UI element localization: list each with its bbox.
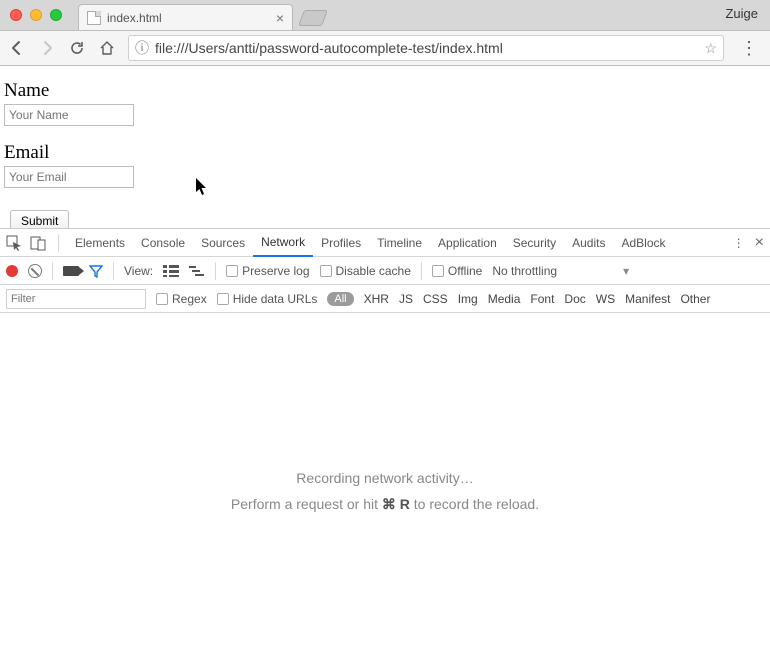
- tab-close-button[interactable]: ×: [276, 11, 284, 25]
- filter-type-media[interactable]: Media: [488, 292, 521, 306]
- window-titlebar: index.html × Zuige: [0, 0, 770, 30]
- back-button[interactable]: [8, 39, 26, 57]
- filter-type-xhr[interactable]: XHR: [364, 292, 389, 306]
- waterfall-icon[interactable]: [189, 265, 205, 277]
- page-content: Name Email Submit: [0, 66, 770, 240]
- filter-type-other[interactable]: Other: [680, 292, 710, 306]
- devtools-tabbar: ElementsConsoleSourcesNetworkProfilesTim…: [0, 229, 770, 257]
- devtools-tab-profiles[interactable]: Profiles: [313, 229, 369, 257]
- filter-input[interactable]: [6, 289, 146, 309]
- network-toolbar: View: Preserve log Disable cache Offline…: [0, 257, 770, 285]
- preserve-log-checkbox[interactable]: Preserve log: [226, 264, 309, 278]
- devtools-tab-adblock[interactable]: AdBlock: [613, 229, 673, 257]
- network-empty-state: Recording network activity… Perform a re…: [0, 313, 770, 669]
- disable-cache-checkbox[interactable]: Disable cache: [320, 264, 411, 278]
- devtools-menu-button[interactable]: ⋮: [733, 236, 745, 250]
- site-info-icon[interactable]: ⓘ: [135, 38, 149, 58]
- name-input[interactable]: [4, 104, 134, 126]
- capture-screenshots-icon[interactable]: [63, 266, 79, 276]
- url-text: file:///Users/antti/password-autocomplet…: [155, 40, 503, 56]
- filter-type-doc[interactable]: Doc: [564, 292, 585, 306]
- profile-name[interactable]: Zuige: [725, 6, 758, 21]
- record-button[interactable]: [6, 265, 18, 277]
- devtools-tab-network[interactable]: Network: [253, 229, 313, 257]
- filter-type-manifest[interactable]: Manifest: [625, 292, 670, 306]
- window-zoom-button[interactable]: [50, 9, 62, 21]
- filter-type-img[interactable]: Img: [458, 292, 478, 306]
- clear-button[interactable]: [28, 264, 42, 278]
- throttling-select[interactable]: No throttling▾: [492, 264, 629, 278]
- browser-menu-button[interactable]: ⋮: [736, 38, 762, 59]
- window-controls: [0, 9, 62, 21]
- tab-title: index.html: [107, 11, 162, 25]
- file-icon: [87, 11, 101, 25]
- offline-checkbox[interactable]: Offline: [432, 264, 482, 278]
- devtools-tab-security[interactable]: Security: [505, 229, 564, 257]
- empty-state-line2: Perform a request or hit ⌘ R to record t…: [231, 496, 539, 513]
- browser-toolbar: ⓘ file:///Users/antti/password-autocompl…: [0, 30, 770, 66]
- devtools-tab-sources[interactable]: Sources: [193, 229, 253, 257]
- filter-type-css[interactable]: CSS: [423, 292, 448, 306]
- email-input[interactable]: [4, 166, 134, 188]
- inspect-element-icon[interactable]: [6, 235, 26, 251]
- browser-tabstrip: index.html ×: [78, 2, 325, 30]
- devtools-tab-application[interactable]: Application: [430, 229, 505, 257]
- home-button[interactable]: [98, 39, 116, 57]
- hide-data-urls-checkbox[interactable]: Hide data URLs: [217, 292, 318, 306]
- devtools-tab-audits[interactable]: Audits: [564, 229, 613, 257]
- cursor-icon: [196, 178, 208, 196]
- filter-type-ws[interactable]: WS: [596, 292, 615, 306]
- bookmark-star-icon[interactable]: ☆: [704, 40, 717, 57]
- window-close-button[interactable]: [10, 9, 22, 21]
- filter-type-font[interactable]: Font: [530, 292, 554, 306]
- device-toolbar-icon[interactable]: [30, 235, 50, 251]
- devtools-tab-console[interactable]: Console: [133, 229, 193, 257]
- regex-checkbox[interactable]: Regex: [156, 292, 207, 306]
- devtools-close-button[interactable]: ×: [755, 234, 764, 252]
- large-rows-icon[interactable]: [163, 265, 179, 277]
- email-label: Email: [4, 142, 766, 164]
- devtools-panel: ElementsConsoleSourcesNetworkProfilesTim…: [0, 228, 770, 669]
- window-minimize-button[interactable]: [30, 9, 42, 21]
- browser-tab-active[interactable]: index.html ×: [78, 4, 293, 30]
- filter-toggle-icon[interactable]: [89, 264, 103, 278]
- new-tab-button[interactable]: [298, 10, 328, 26]
- filter-type-js[interactable]: JS: [399, 292, 413, 306]
- filter-type-all[interactable]: All: [327, 292, 353, 306]
- view-label: View:: [124, 264, 153, 278]
- reload-button[interactable]: [68, 39, 86, 57]
- network-filter-bar: Regex Hide data URLs All XHR JS CSS Img Medi…: [0, 285, 770, 313]
- address-bar[interactable]: ⓘ file:///Users/antti/password-autocompl…: [128, 35, 724, 61]
- devtools-tab-timeline[interactable]: Timeline: [369, 229, 430, 257]
- name-label: Name: [4, 80, 766, 102]
- empty-state-line1: Recording network activity…: [296, 470, 473, 486]
- devtools-tab-elements[interactable]: Elements: [67, 229, 133, 257]
- forward-button[interactable]: [38, 39, 56, 57]
